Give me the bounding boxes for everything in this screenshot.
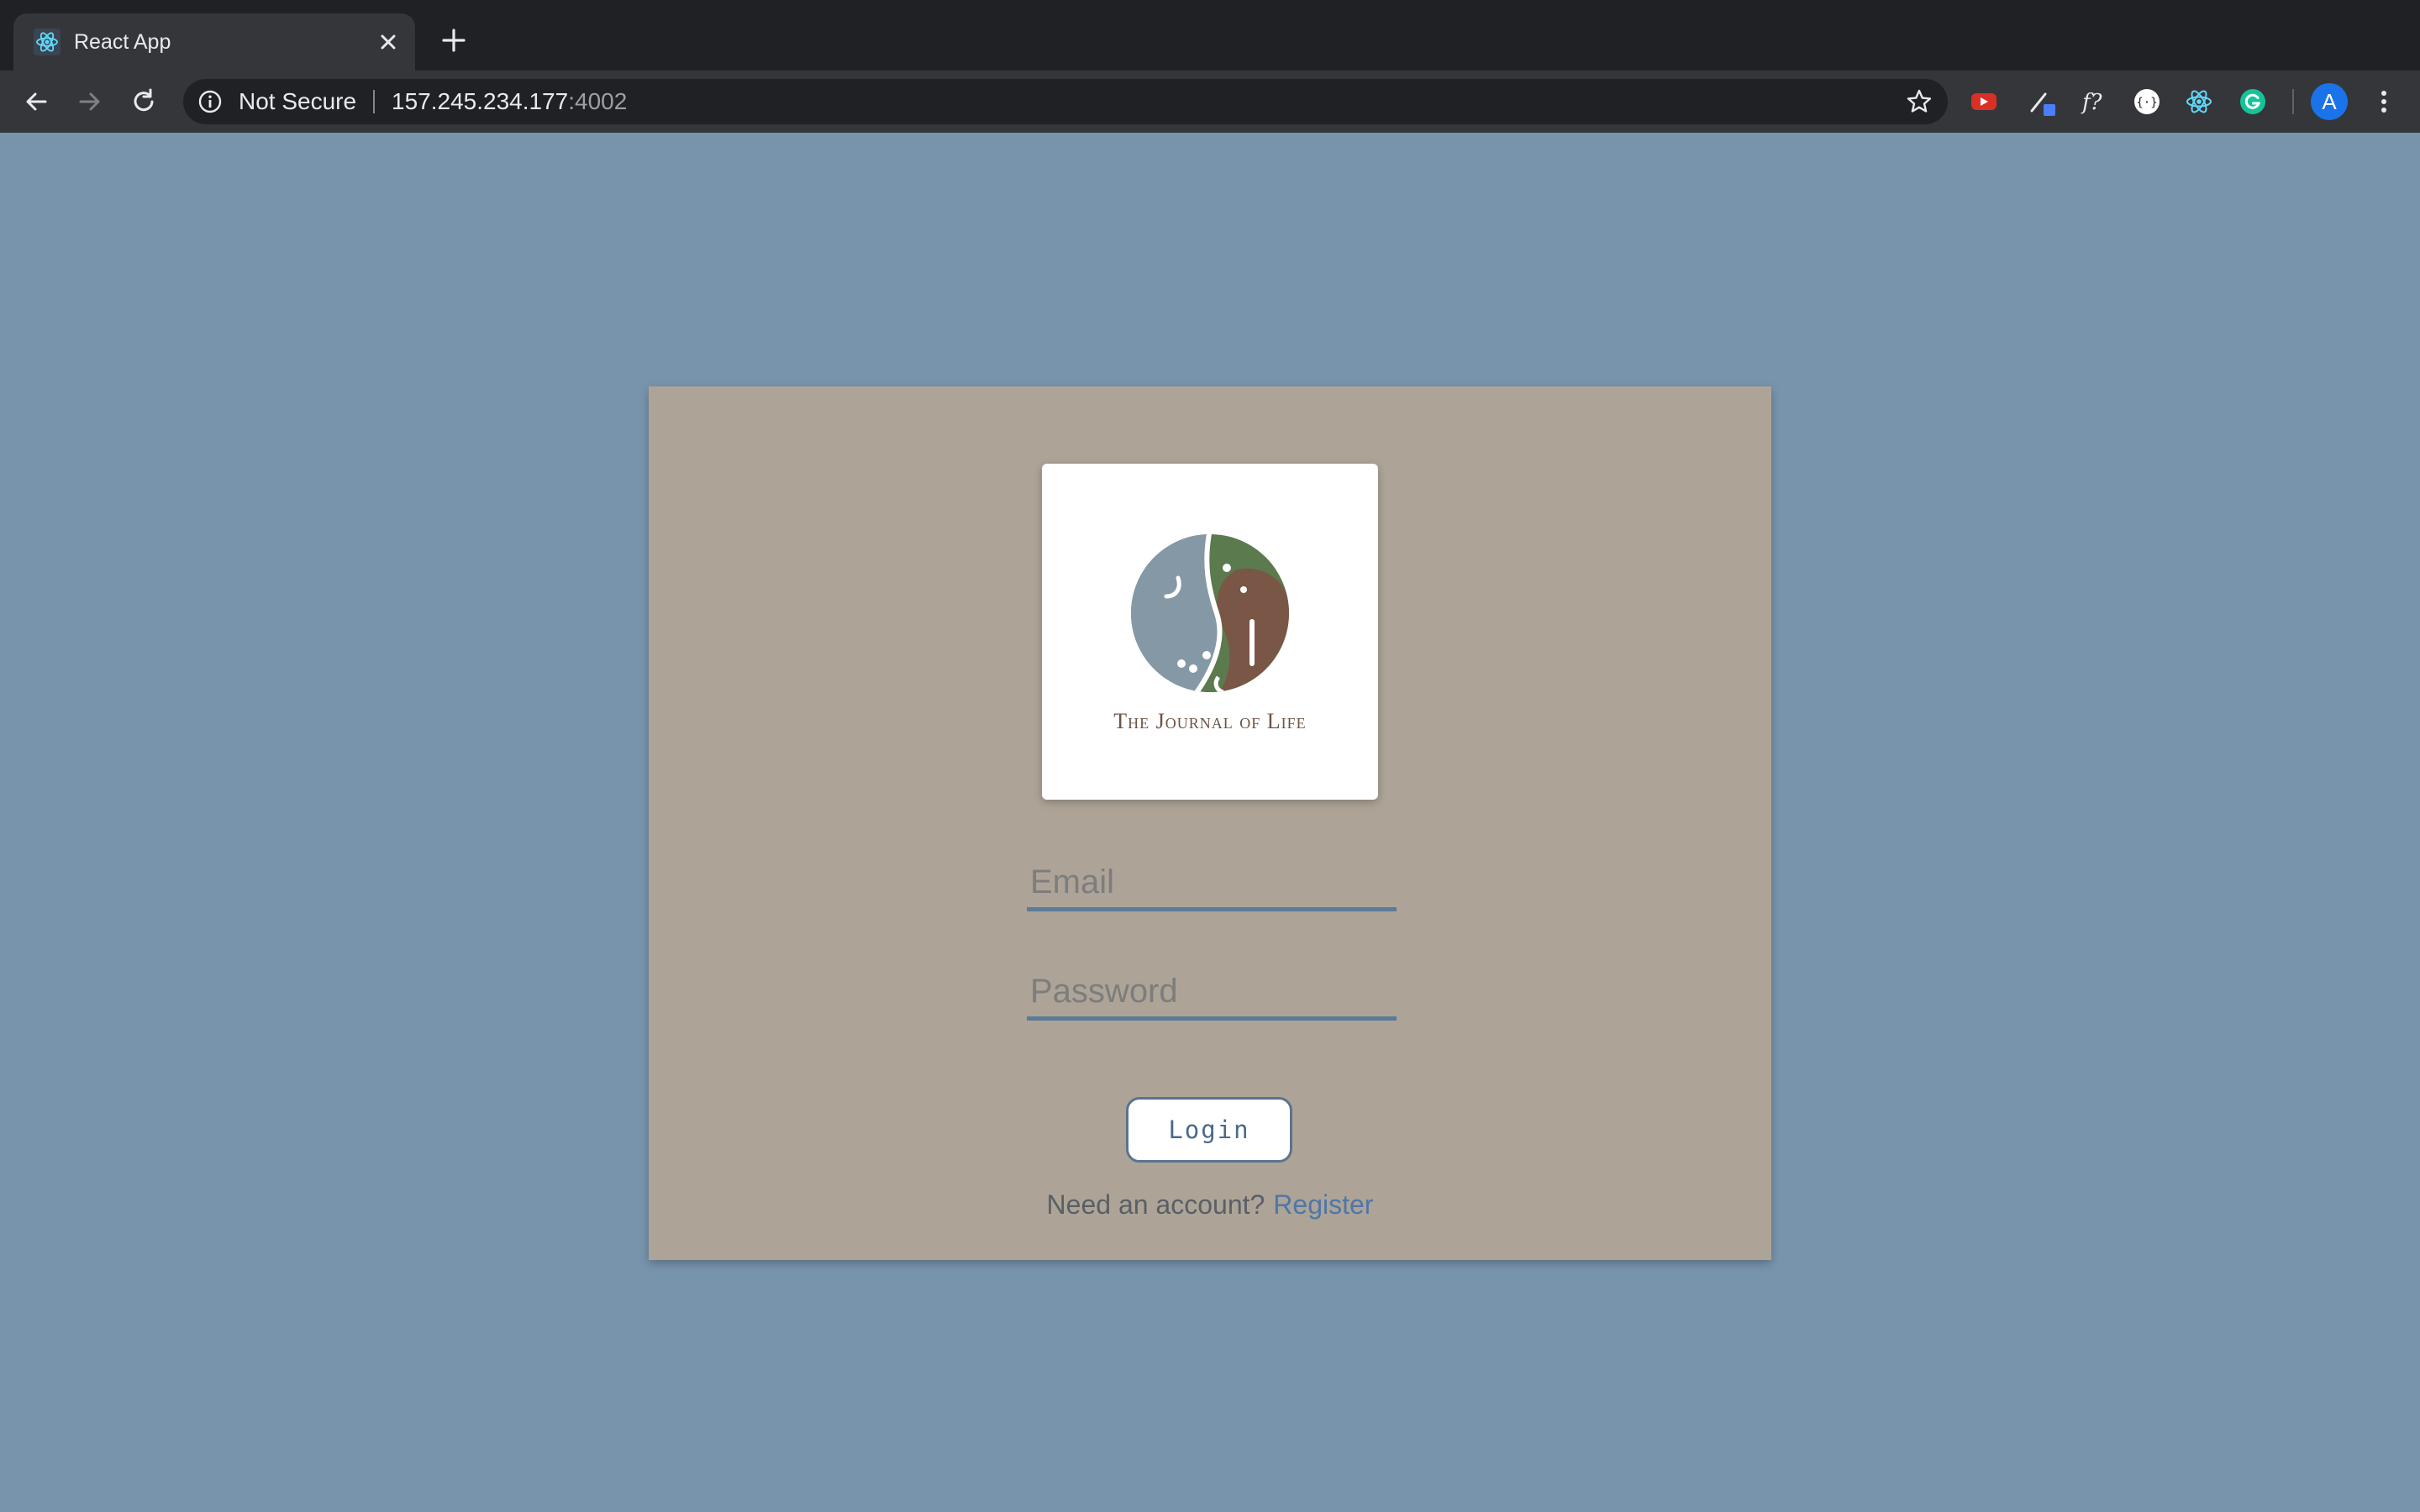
font-icon[interactable]: f? <box>2079 86 2111 118</box>
info-icon[interactable] <box>197 88 224 115</box>
tab-react-app[interactable]: React App <box>13 13 415 71</box>
elephant-logo-icon <box>1131 534 1289 692</box>
address-bar[interactable]: Not Secure 157.245.234.177:4002 <box>183 79 1948 124</box>
toolbar-divider <box>2292 89 2294 114</box>
bookmark-star-icon[interactable] <box>1904 87 1934 117</box>
youtube-icon[interactable] <box>1968 86 2000 118</box>
forward-arrow-icon[interactable] <box>74 86 106 118</box>
register-prompt: Need an account? <box>1046 1189 1265 1220</box>
password-input[interactable] <box>1027 966 1393 1016</box>
tab-strip: React App <box>0 0 2420 71</box>
svg-text:f?: f? <box>2081 90 2103 115</box>
svg-text:{·}: {·} <box>2136 97 2157 110</box>
omnibox-divider <box>373 90 375 113</box>
tab-title: React App <box>74 30 171 54</box>
url-text[interactable]: 157.245.234.177:4002 <box>392 79 627 124</box>
email-input[interactable] <box>1027 857 1393 907</box>
password-field <box>1027 966 1397 1021</box>
url-port: :4002 <box>568 88 628 114</box>
grammarly-icon[interactable] <box>2237 86 2269 118</box>
register-link[interactable]: Register <box>1273 1189 1373 1220</box>
react-devtools-icon[interactable] <box>2183 86 2215 118</box>
back-arrow-icon[interactable] <box>20 86 52 118</box>
profile-avatar[interactable]: A <box>2311 83 2348 120</box>
logo: The Journal of Life <box>1042 464 1378 800</box>
close-icon[interactable] <box>373 27 403 57</box>
plus-icon[interactable] <box>439 25 469 55</box>
login-button[interactable]: Login <box>1126 1097 1292 1163</box>
url-host: 157.245.234.177 <box>392 88 569 114</box>
more-menu-icon[interactable] <box>2368 86 2400 118</box>
reload-icon[interactable] <box>128 86 160 118</box>
login-card: The Journal of Life Login Need an accoun… <box>649 386 1771 1260</box>
logo-text: The Journal of Life <box>1113 709 1307 733</box>
security-status[interactable]: Not Secure <box>239 79 356 124</box>
color-picker-icon[interactable] <box>2025 86 2057 118</box>
email-field <box>1027 857 1397 911</box>
code-braces-icon[interactable]: {·} <box>2131 86 2163 118</box>
browser-toolbar: Not Secure 157.245.234.177:4002 f? {·} A <box>0 71 2420 133</box>
react-icon <box>34 29 60 55</box>
register-prompt-line: Need an account? Register <box>649 1189 1771 1221</box>
